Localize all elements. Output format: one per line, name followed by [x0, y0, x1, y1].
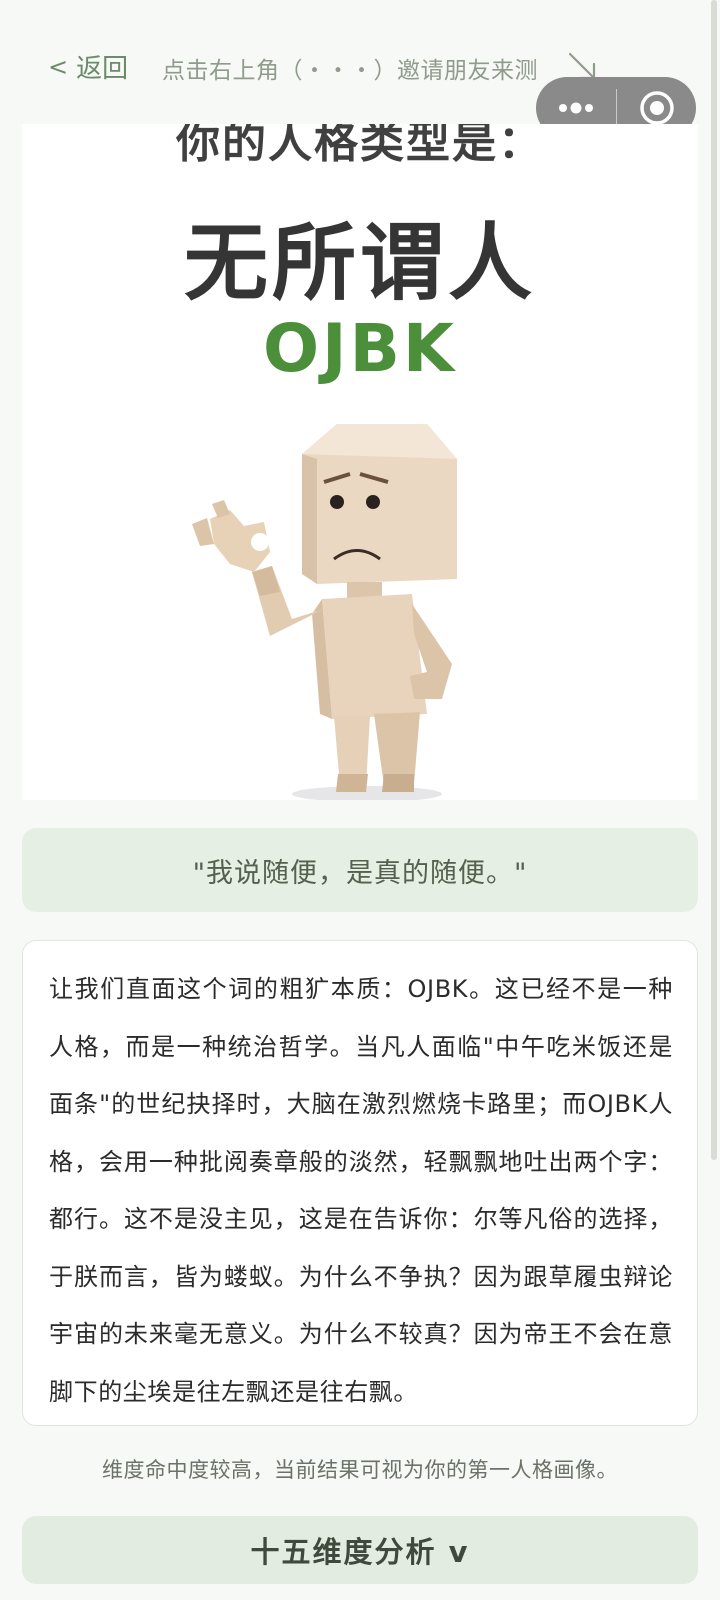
result-page: < 返回 点击右上角（・・・）邀请朋友来测 你的人格类型是： 无所谓人 OJBK…: [0, 0, 720, 1600]
ok-gesture-figure-icon: [192, 424, 457, 800]
result-description-card: 让我们直面这个词的粗犷本质：OJBK。这已经不是一种人格，而是一种统治哲学。当凡…: [22, 940, 698, 1426]
result-type-code: OJBK: [262, 310, 458, 387]
back-label: 返回: [76, 54, 129, 84]
result-quote: "我说随便，是真的随便。": [22, 828, 698, 912]
match-note: 维度命中度较高，当前结果可视为你的第一人格画像。: [102, 1458, 618, 1482]
back-chevron-icon: <: [48, 52, 69, 81]
dimension-analysis-button[interactable]: 十五维度分析 v: [22, 1516, 698, 1584]
target-circle-icon: [639, 91, 674, 125]
scrollbar[interactable]: [711, 0, 717, 1160]
result-description: 让我们直面这个词的粗犷本质：OJBK。这已经不是一种人格，而是一种统治哲学。当凡…: [49, 975, 673, 1406]
result-pre-title: 你的人格类型是：: [176, 124, 544, 168]
more-dots-icon: [559, 102, 593, 114]
result-type-name: 无所谓人: [183, 214, 536, 312]
result-image: 你的人格类型是： 无所谓人 OJBK: [22, 124, 698, 800]
invite-hint: 点击右上角（・・・）邀请朋友来测: [162, 58, 538, 84]
back-button[interactable]: < 返回: [48, 48, 128, 85]
